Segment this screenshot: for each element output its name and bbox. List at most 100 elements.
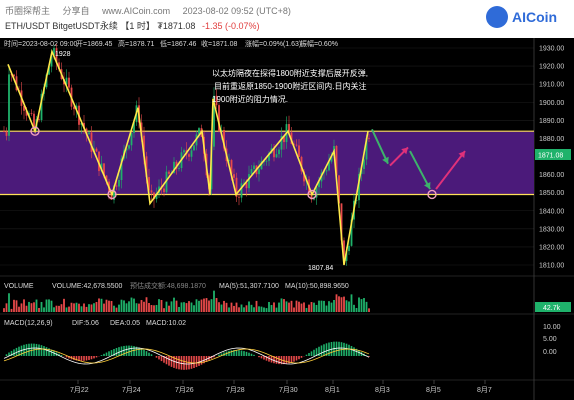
volume-bar: [45, 299, 48, 312]
ohlc-close: 收=1871.08: [201, 39, 237, 48]
interval: 【1 时】: [120, 21, 155, 31]
share-from-label: 分享自: [62, 6, 90, 16]
candle-body: [295, 144, 298, 146]
volume-bar: [220, 304, 223, 312]
macd-bar: [300, 356, 303, 358]
ohlc-time: 时间=2023-08-02 09:00: [4, 39, 77, 48]
macd-bar: [275, 356, 278, 364]
volume-bar: [93, 303, 95, 312]
macd-bar: [335, 341, 338, 356]
volume-bar: [273, 302, 275, 312]
chart-area[interactable]: 时间=2023-08-02 09:00 开=1869.45 高=1878.71 …: [0, 38, 574, 400]
candle-body: [238, 196, 240, 198]
time-tick-label: 7月24: [122, 386, 141, 394]
candle-body: [233, 174, 235, 178]
candle-body: [150, 190, 153, 193]
macd-bar: [38, 344, 40, 356]
time-tick-label: 8月5: [426, 386, 441, 394]
price-change: -1.35 (-0.07%): [201, 21, 260, 31]
macd-value: MACD:10.02: [146, 320, 186, 327]
volume-bar: [293, 307, 295, 312]
volume-bar: [28, 301, 30, 312]
volume-bar: [90, 304, 93, 312]
volume-bar: [308, 304, 310, 312]
volume-bar: [185, 303, 188, 312]
low-label: 1807.84: [308, 265, 333, 272]
candle-body: [5, 131, 8, 136]
volume-bar: [300, 303, 303, 312]
macd-bar: [13, 349, 15, 356]
volume-bar: [63, 298, 65, 312]
volume-bar: [130, 297, 133, 312]
volume-bar: [265, 308, 268, 312]
macd-bar: [43, 346, 45, 356]
volume-bar: [280, 298, 283, 312]
price-tick-label: 1830.00: [539, 226, 564, 233]
candle-body: [193, 145, 195, 151]
volume-bar: [320, 300, 323, 312]
symbol-name: ETH/USDT BitgetUSDT永续: [5, 21, 118, 31]
volume-bar: [298, 301, 300, 312]
macd-bar: [250, 353, 253, 356]
macd-axis: 10.00 5.00 0.00: [543, 324, 561, 356]
site-link[interactable]: www.AICoin.com: [102, 6, 170, 16]
volume-bar: [253, 307, 255, 312]
volume-bar: [228, 307, 230, 312]
volume-bar: [115, 307, 118, 312]
macd-bar: [350, 345, 353, 356]
time-tick-label: 8月1: [325, 386, 340, 394]
macd-bar: [293, 356, 295, 362]
volume-bar: [60, 304, 63, 312]
volume-tag: 42.7k: [543, 305, 561, 312]
macd-bar: [28, 343, 30, 356]
volume-bar: [8, 293, 10, 312]
macd-bar: [115, 347, 118, 356]
macd-bar: [35, 343, 38, 356]
volume-bar: [290, 300, 293, 312]
volume-bar: [95, 302, 98, 312]
chart-svg[interactable]: 时间=2023-08-02 09:00 开=1869.45 高=1878.71 …: [0, 38, 574, 400]
macd-bar: [260, 356, 263, 359]
candle-body: [258, 169, 260, 175]
volume-bar: [318, 300, 320, 312]
candle-body: [368, 137, 370, 139]
volume-bar: [83, 303, 85, 312]
volume-bar: [53, 307, 55, 312]
volume-bar: [205, 298, 208, 312]
volume-bar: [65, 307, 68, 312]
volume-bar: [175, 300, 178, 312]
volume-bar: [123, 300, 125, 312]
macd-bar: [183, 356, 185, 370]
volume-bar: [360, 299, 363, 312]
volume-bar: [368, 308, 370, 312]
volume-bar: [35, 299, 38, 312]
macd-bar: [145, 351, 148, 356]
macd-bar: [320, 345, 323, 356]
macd-bar: [218, 354, 220, 356]
time-tick-label: 8月7: [477, 386, 492, 394]
macd-bar: [185, 356, 188, 370]
range-zone: [0, 131, 534, 195]
candle-body: [240, 183, 243, 198]
macd-bar: [298, 356, 300, 360]
candle-body: [168, 171, 170, 174]
volume-bar: [125, 303, 128, 312]
volume-header: VOLUME VOLUME:42,678.5500 预估成交额:48,698.1…: [4, 281, 349, 290]
volume-bar: [145, 297, 148, 312]
macd-bar: [348, 344, 350, 356]
volume-bar: [188, 301, 190, 312]
volume-bar: [160, 299, 163, 312]
volume-bar: [80, 306, 83, 312]
note-line-1: 以太坊隔夜在探得1800附近支撑后展开反弹,: [212, 68, 368, 78]
price-tick-label: 1880.00: [539, 136, 564, 143]
ohlc-high: 高=1878.71: [118, 39, 154, 48]
macd-bar: [253, 354, 255, 356]
macd-bar: [165, 356, 168, 365]
volume-value: VOLUME:42,678.5500: [52, 283, 123, 290]
volume-bar: [183, 302, 185, 312]
volume-bar: [278, 302, 280, 312]
volume-bar: [70, 302, 73, 312]
price-tick-label: 1910.00: [539, 82, 564, 89]
volume-bar: [163, 308, 165, 312]
macd-bar: [308, 353, 310, 356]
